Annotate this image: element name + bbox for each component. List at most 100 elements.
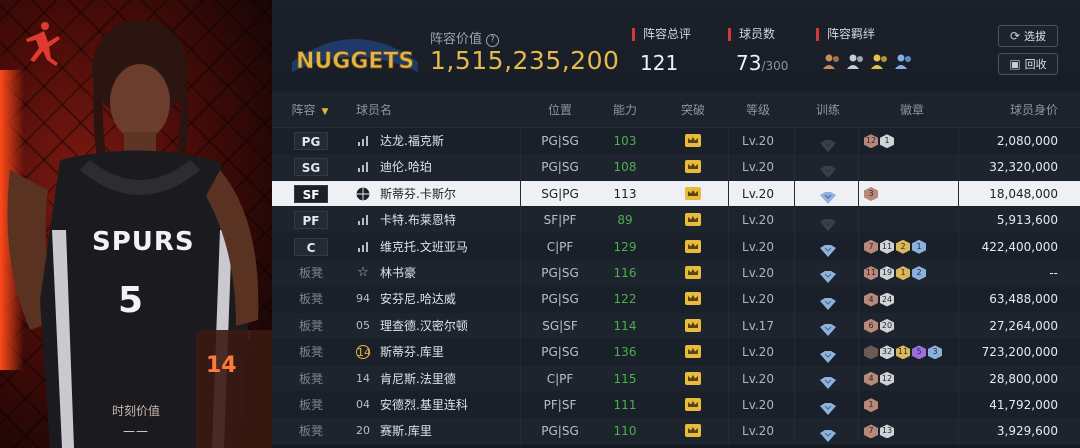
crown-icon[interactable] xyxy=(685,239,701,253)
player-name[interactable]: 卡特.布莱恩特 xyxy=(380,207,456,233)
table-row[interactable]: 板凳 05 理查德.汉密尔顿 SG|SF 114 Lv.17 6 20 27,264,000 xyxy=(272,312,1080,340)
badge-hex-icon[interactable]: 1 xyxy=(880,134,894,149)
training-icon[interactable] xyxy=(819,372,837,390)
badge-hex-icon[interactable] xyxy=(864,345,878,360)
recycle-button[interactable]: ▣ 回收 xyxy=(998,53,1058,75)
player-card[interactable]: SPURS 5 14 时刻价值 —— xyxy=(0,0,272,448)
bench-label[interactable]: 板凳 xyxy=(294,418,328,444)
badge-hex-icon[interactable]: 32 xyxy=(880,345,894,360)
crown-icon[interactable] xyxy=(685,318,701,332)
badge-hex-icon[interactable]: 11 xyxy=(864,266,878,281)
training-cell[interactable] xyxy=(802,207,854,233)
header-lineup[interactable]: 阵容 ▼ xyxy=(272,101,348,118)
badge-group[interactable]: 6 20 xyxy=(864,313,894,339)
table-row[interactable]: PF 卡特.布莱恩特 SF|PF 89 Lv.20 5,913,600 xyxy=(272,207,1080,234)
player-name[interactable]: 安德烈.基里连科 xyxy=(380,392,468,418)
bench-label[interactable]: 板凳 xyxy=(294,260,328,286)
player-name[interactable]: 斯蒂芬.卡斯尔 xyxy=(380,181,456,207)
badge-hex-icon[interactable]: 2 xyxy=(912,266,926,281)
position-slot-badge[interactable]: SG xyxy=(294,158,328,177)
crown-icon[interactable] xyxy=(685,292,701,306)
breakthrough-cell[interactable] xyxy=(668,260,718,286)
badge-hex-icon[interactable]: 11 xyxy=(880,239,894,254)
training-icon[interactable] xyxy=(819,214,837,231)
player-name[interactable]: 斯蒂芬.库里 xyxy=(380,339,444,365)
position-slot-badge[interactable]: SF xyxy=(294,184,328,203)
badge-hex-icon[interactable]: 1 xyxy=(912,239,926,254)
badge-hex-icon[interactable]: 12 xyxy=(864,134,878,149)
player-name[interactable]: 赛斯.库里 xyxy=(380,418,432,444)
crown-icon[interactable] xyxy=(685,424,701,438)
synergy-gold-icon[interactable] xyxy=(870,53,890,69)
table-row[interactable]: 板凳 14 斯蒂芬.库里 PG|SG 136 Lv.20 32 11 5 3 723,200,000 xyxy=(272,339,1080,366)
table-row[interactable]: 板凳 94 安芬尼.哈达威 PG|SG 122 Lv.20 4 24 63,488,000 xyxy=(272,286,1080,313)
badge-hex-icon[interactable]: 1 xyxy=(864,398,878,413)
crown-icon[interactable] xyxy=(685,213,701,227)
header-training[interactable]: 训练 xyxy=(802,101,854,118)
badge-hex-icon[interactable]: 4 xyxy=(864,292,878,307)
badge-hex-icon[interactable]: 3 xyxy=(864,186,878,201)
badge-hex-icon[interactable]: 20 xyxy=(880,318,894,333)
breakthrough-cell[interactable] xyxy=(668,313,718,339)
training-icon[interactable] xyxy=(819,187,837,205)
training-cell[interactable] xyxy=(802,418,854,444)
position-slot-badge[interactable]: C xyxy=(294,237,328,256)
table-row[interactable]: SF 斯蒂芬.卡斯尔 SG|PG 113 Lv.20 3 18,048,000 xyxy=(272,180,1080,208)
badge-hex-icon[interactable]: 7 xyxy=(864,424,878,439)
training-cell[interactable] xyxy=(802,260,854,286)
bench-label[interactable]: 板凳 xyxy=(294,313,328,339)
training-icon[interactable] xyxy=(819,293,837,310)
training-icon[interactable] xyxy=(819,319,837,337)
training-cell[interactable] xyxy=(802,154,854,180)
crown-icon[interactable] xyxy=(685,160,701,174)
badge-group[interactable]: 7 11 2 1 xyxy=(864,234,926,260)
header-position[interactable]: 位置 xyxy=(522,101,598,118)
bench-label[interactable]: 板凳 xyxy=(294,366,328,392)
breakthrough-cell[interactable] xyxy=(668,339,718,365)
breakthrough-cell[interactable] xyxy=(668,286,718,312)
training-cell[interactable] xyxy=(802,313,854,339)
badge-hex-icon[interactable]: 1 xyxy=(896,266,910,281)
position-slot-badge[interactable]: PF xyxy=(294,211,328,230)
table-row[interactable]: SG 迪伦.哈珀 PG|SG 108 Lv.20 32,320,000 xyxy=(272,154,1080,181)
player-name[interactable]: 维克托.文班亚马 xyxy=(380,234,468,260)
synergy-bronze-icon[interactable] xyxy=(822,53,842,69)
header-price[interactable]: 球员身价 xyxy=(972,101,1058,118)
badge-group[interactable]: 32 11 5 3 xyxy=(864,339,942,365)
breakthrough-cell[interactable] xyxy=(668,128,718,154)
badge-hex-icon[interactable]: 4 xyxy=(864,371,878,386)
badge-hex-icon[interactable]: 12 xyxy=(880,371,894,386)
position-slot-badge[interactable]: PG xyxy=(294,132,328,150)
training-icon[interactable] xyxy=(819,135,837,152)
crown-icon[interactable] xyxy=(685,265,701,279)
header-badges[interactable]: 徽章 xyxy=(862,101,962,118)
badge-group[interactable]: 11 19 1 2 xyxy=(864,260,926,286)
training-cell[interactable] xyxy=(802,392,854,418)
badge-hex-icon[interactable]: 6 xyxy=(864,318,878,333)
badge-group[interactable]: 1 xyxy=(864,392,878,418)
synergy-silver-icon[interactable] xyxy=(846,53,866,69)
bench-label[interactable]: 板凳 xyxy=(294,392,328,418)
badge-hex-icon[interactable]: 7 xyxy=(864,239,878,254)
header-level[interactable]: 等级 xyxy=(728,101,788,118)
training-icon[interactable] xyxy=(819,161,837,178)
breakthrough-cell[interactable] xyxy=(668,207,718,233)
breakthrough-cell[interactable] xyxy=(668,392,718,418)
player-name[interactable]: 理查德.汉密尔顿 xyxy=(380,313,468,339)
table-row[interactable]: C 维克托.文班亚马 C|PF 129 Lv.20 7 11 2 1 422,400,000 xyxy=(272,233,1080,260)
player-name[interactable]: 达龙.福克斯 xyxy=(380,128,444,154)
table-row[interactable]: 板凳 ☆ 林书豪 PG|SG 116 Lv.20 11 19 1 2 -- xyxy=(272,259,1080,287)
training-icon[interactable] xyxy=(819,346,837,363)
table-row[interactable]: 板凳 20 赛斯.库里 PG|SG 110 Lv.20 7 13 3,929,600 xyxy=(272,418,1080,445)
training-cell[interactable] xyxy=(802,366,854,392)
breakthrough-cell[interactable] xyxy=(668,154,718,180)
crown-icon[interactable] xyxy=(685,371,701,385)
training-icon[interactable] xyxy=(819,425,837,442)
training-cell[interactable] xyxy=(802,234,854,260)
player-name[interactable]: 迪伦.哈珀 xyxy=(380,154,432,180)
synergy-blue-icon[interactable] xyxy=(894,53,914,69)
crown-icon[interactable] xyxy=(685,134,701,147)
bench-label[interactable]: 板凳 xyxy=(294,286,328,312)
training-icon[interactable] xyxy=(819,266,837,284)
table-row[interactable]: 板凳 04 安德烈.基里连科 PF|SF 111 Lv.20 1 41,792,000 xyxy=(272,391,1080,419)
